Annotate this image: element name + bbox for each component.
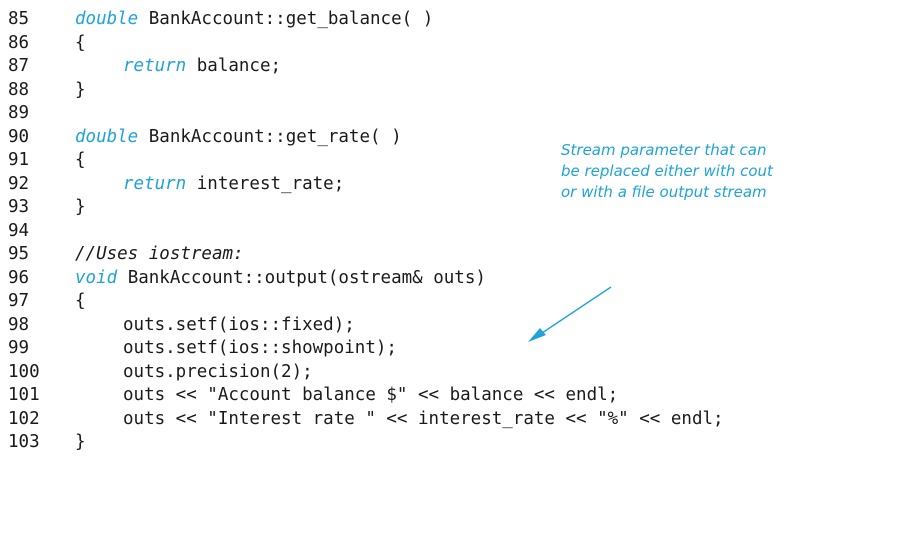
code-text: return balance; bbox=[123, 55, 281, 79]
line-number: 99 bbox=[8, 338, 30, 358]
code-text: double BankAccount::get_balance( ) bbox=[75, 8, 433, 32]
code-text: { bbox=[75, 149, 86, 173]
code-token: outs.setf(ios::fixed); bbox=[123, 314, 355, 335]
code-line: 86 { bbox=[8, 32, 921, 56]
code-line: 102 outs << "Interest rate " << interest_… bbox=[8, 408, 921, 432]
code-text: return interest_rate; bbox=[123, 173, 344, 197]
line-number: 86 bbox=[8, 32, 30, 53]
code-text: } bbox=[75, 196, 86, 220]
code-line: 95 //Uses iostream: bbox=[8, 243, 921, 267]
line-number: 90 bbox=[8, 126, 30, 147]
annotation-callout: Stream parameter that can be replaced ei… bbox=[561, 140, 781, 203]
line-number: 102 bbox=[8, 408, 40, 429]
code-text: outs << "Interest rate " << interest_rat… bbox=[123, 408, 724, 432]
code-line: 90 double BankAccount::get_rate( ) bbox=[8, 126, 921, 150]
keyword-token: return bbox=[123, 173, 187, 194]
line-number: 88 bbox=[8, 79, 30, 100]
code-token: outs << "Interest rate " << interest_rat… bbox=[123, 408, 724, 429]
code-token: BankAccount::output(ostream& outs) bbox=[117, 267, 486, 288]
code-token: { bbox=[75, 291, 86, 311]
keyword-token: double bbox=[75, 126, 139, 147]
code-text: void BankAccount::output(ostream& outs) bbox=[75, 267, 486, 291]
code-token: BankAccount::get_balance( ) bbox=[138, 9, 434, 29]
code-line: 88} bbox=[8, 79, 921, 103]
code-line: 87 return balance; bbox=[8, 55, 921, 79]
code-line: 101 outs << "Account balance $" << balanc… bbox=[8, 384, 921, 408]
code-token: } bbox=[75, 197, 86, 217]
code-token: balance; bbox=[186, 56, 282, 76]
code-line: 94 bbox=[8, 220, 921, 244]
keyword-token: double bbox=[75, 9, 139, 29]
code-token: outs.setf(ios::showpoint); bbox=[123, 338, 397, 358]
annotation-line: Stream parameter that can bbox=[561, 141, 767, 159]
line-number: 87 bbox=[8, 56, 30, 76]
code-token: BankAccount::get_rate( ) bbox=[138, 126, 402, 147]
keyword-token: void bbox=[75, 267, 118, 288]
line-number: 100 bbox=[8, 361, 40, 382]
annotation-line: or with a file output stream bbox=[561, 183, 767, 201]
code-token: } bbox=[75, 432, 86, 452]
line-number: 103 bbox=[8, 432, 40, 452]
code-text: outs.precision(2); bbox=[123, 361, 313, 385]
code-line: 100 outs.precision(2); bbox=[8, 361, 921, 385]
line-number: 93 bbox=[8, 197, 30, 217]
code-text: } bbox=[75, 431, 86, 455]
code-text: { bbox=[75, 32, 86, 56]
line-number: 95 bbox=[8, 244, 30, 264]
code-text: outs.setf(ios::fixed); bbox=[123, 314, 355, 338]
code-text: } bbox=[75, 79, 86, 103]
line-number: 89 bbox=[8, 103, 30, 123]
comment-token: //Uses iostream: bbox=[75, 244, 244, 264]
code-line: 91 { bbox=[8, 149, 921, 173]
code-text: //Uses iostream: bbox=[75, 243, 244, 267]
line-number: 97 bbox=[8, 291, 30, 311]
code-line: 85 double BankAccount::get_balance( ) bbox=[8, 8, 921, 32]
code-token: interest_rate; bbox=[186, 173, 345, 194]
line-number: 98 bbox=[8, 314, 30, 335]
code-line: 89 bbox=[8, 102, 921, 126]
code-line: 99 outs.setf(ios::showpoint); bbox=[8, 337, 921, 361]
code-listing: 85 double BankAccount::get_balance( ) 86{8… bbox=[8, 8, 921, 455]
line-number: 92 bbox=[8, 173, 30, 194]
code-line: 103} bbox=[8, 431, 921, 455]
line-number: 94 bbox=[8, 220, 30, 241]
code-text: outs.setf(ios::showpoint); bbox=[123, 337, 397, 361]
code-token: outs << "Account balance $" << balance <… bbox=[123, 385, 619, 405]
code-line: 97 { bbox=[8, 290, 921, 314]
code-token: } bbox=[75, 79, 86, 100]
code-text: outs << "Account balance $" << balance <… bbox=[123, 384, 618, 408]
line-number: 101 bbox=[8, 385, 40, 405]
code-line: 98 outs.setf(ios::fixed); bbox=[8, 314, 921, 338]
code-line: 93} bbox=[8, 196, 921, 220]
line-number: 85 bbox=[8, 9, 30, 29]
code-line: 96 void BankAccount::output(ostream& outs… bbox=[8, 267, 921, 291]
code-line: 92 return interest_rate; bbox=[8, 173, 921, 197]
line-number: 91 bbox=[8, 150, 30, 170]
code-text: { bbox=[75, 290, 86, 314]
line-number: 96 bbox=[8, 267, 30, 288]
keyword-token: return bbox=[123, 56, 187, 76]
code-token: { bbox=[75, 150, 86, 170]
code-text: double BankAccount::get_rate( ) bbox=[75, 126, 402, 150]
code-token: { bbox=[75, 32, 86, 53]
code-token: outs.precision(2); bbox=[123, 361, 313, 382]
annotation-line: be replaced either with cout bbox=[561, 162, 773, 180]
